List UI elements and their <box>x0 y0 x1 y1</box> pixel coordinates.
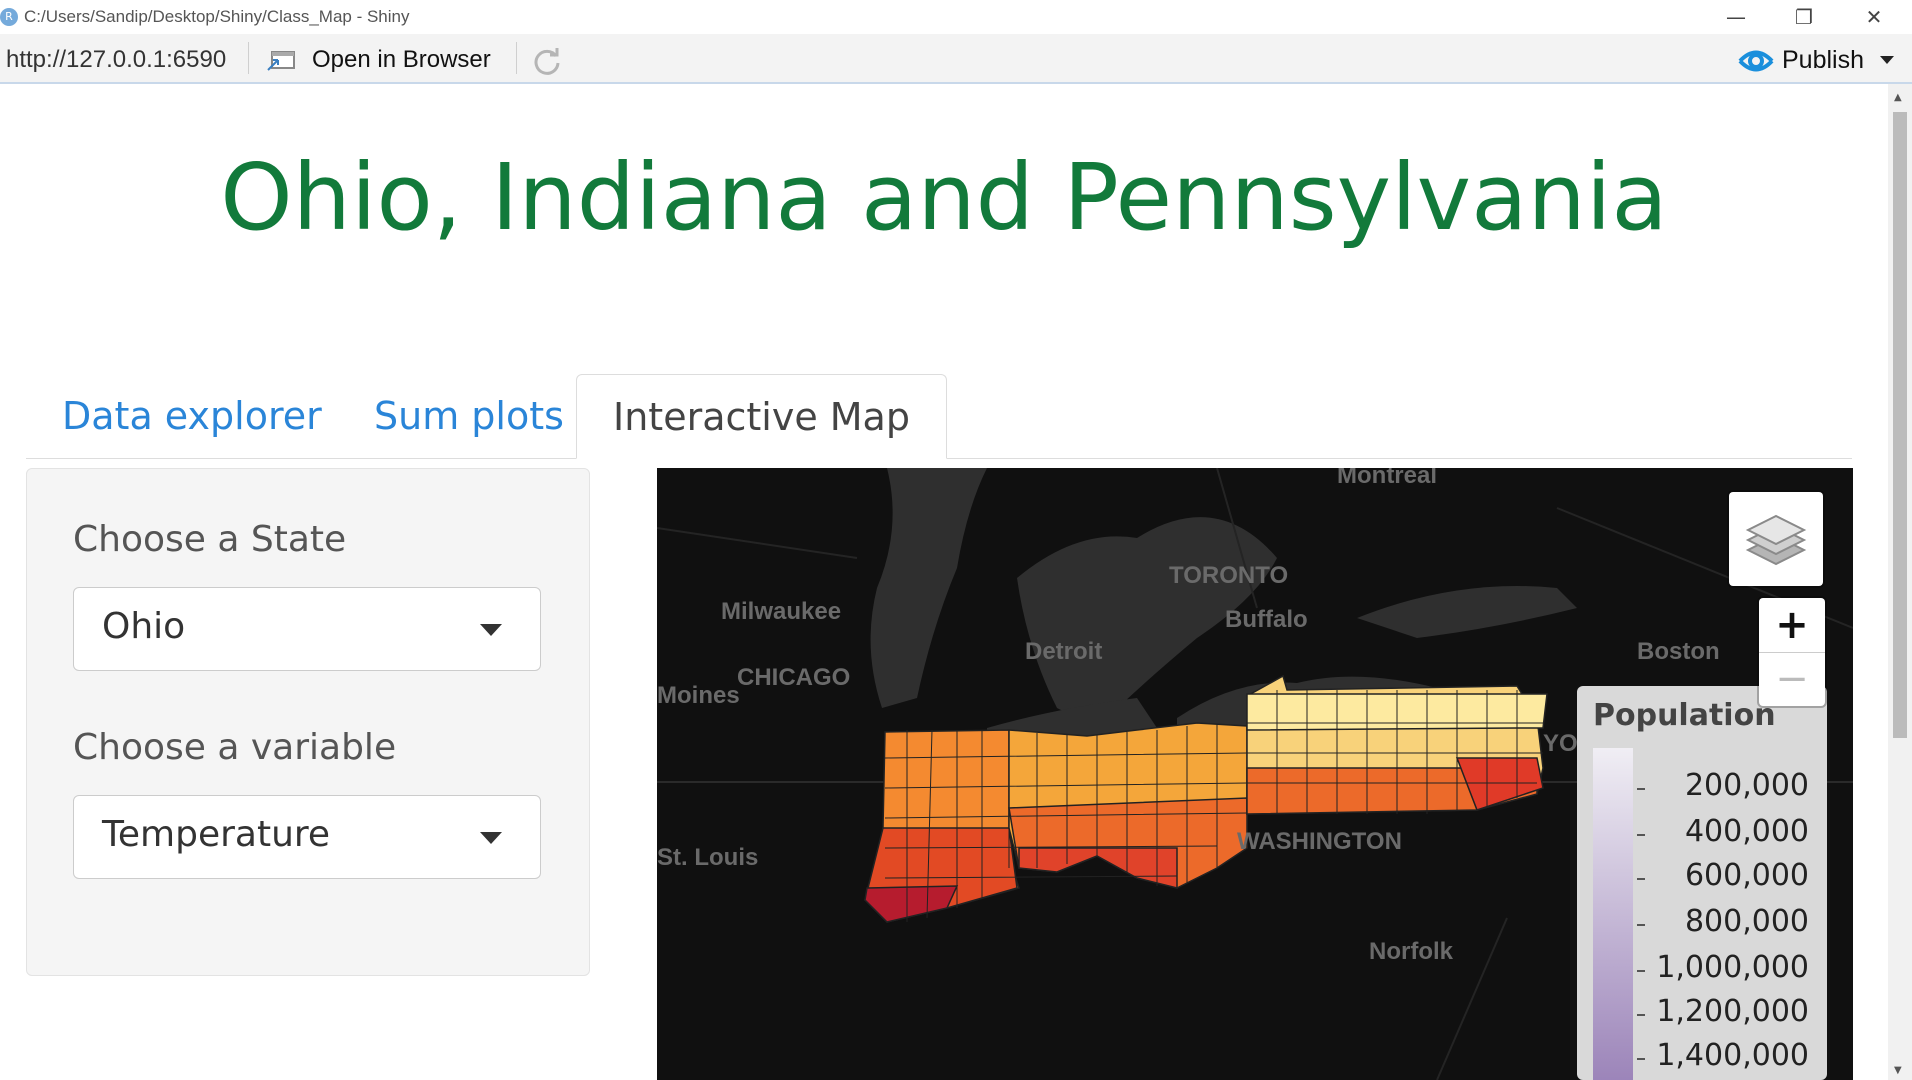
rstudio-app-icon: R <box>0 8 18 26</box>
viewer-toolbar: http://127.0.0.1:6590 Open in Browser Pu… <box>0 34 1912 84</box>
state-select-value: Ohio <box>102 606 186 647</box>
chevron-down-icon <box>480 832 502 844</box>
layers-control[interactable] <box>1729 492 1823 586</box>
reload-icon[interactable] <box>532 46 562 76</box>
legend-value: 200,000 <box>1684 768 1809 803</box>
page-title: Ohio, Indiana and Pennsylvania <box>220 144 1668 251</box>
zoom-control: + − <box>1759 598 1825 706</box>
legend-value: 1,200,000 <box>1656 994 1809 1029</box>
ohio-counties <box>1008 722 1248 889</box>
map-city-label: Boston <box>1637 638 1720 665</box>
map-city-label: Montreal <box>1337 468 1438 489</box>
map-city-label: TORONTO <box>1169 562 1289 589</box>
legend-tick <box>1637 878 1645 880</box>
state-select[interactable]: Ohio <box>73 587 541 671</box>
legend-value: 400,000 <box>1684 814 1809 849</box>
map-city-label: Norfolk <box>1369 938 1453 965</box>
legend-tick <box>1637 1058 1645 1060</box>
legend-value: 800,000 <box>1684 904 1809 939</box>
legend-tick <box>1637 924 1645 926</box>
toolbar-divider <box>516 42 517 74</box>
scrollbar-thumb[interactable] <box>1893 112 1907 738</box>
map-city-label: St. Louis <box>657 844 759 871</box>
open-in-browser-icon[interactable] <box>266 50 296 72</box>
scroll-down-arrow-icon[interactable]: ▼ <box>1894 1065 1902 1076</box>
legend-tick <box>1637 1014 1645 1016</box>
variable-select-value: Temperature <box>102 814 331 855</box>
map-city-label: WASHINGTON <box>1237 828 1402 855</box>
map-city-label: Moines <box>657 682 740 709</box>
chevron-down-icon <box>480 624 502 636</box>
restore-button[interactable]: ❐ <box>1774 2 1834 32</box>
close-button[interactable]: ✕ <box>1844 2 1904 32</box>
publish-button[interactable]: Publish <box>1782 46 1864 75</box>
legend-tick <box>1637 834 1645 836</box>
shiny-app: Ohio, Indiana and Pennsylvania Data expl… <box>0 84 1888 1080</box>
population-legend: Population 200,000 400,000 600,000 800,0… <box>1577 686 1827 1080</box>
window-titlebar: R C:/Users/Sandip/Desktop/Shiny/Class_Ma… <box>0 0 1912 34</box>
zoom-in-button[interactable]: + <box>1759 598 1825 653</box>
scroll-up-arrow-icon[interactable]: ▲ <box>1894 92 1902 103</box>
tab-sum-plots[interactable]: Sum plots <box>338 374 600 458</box>
publish-icon[interactable] <box>1738 48 1774 74</box>
tab-bar: Data explorer Sum plots Interactive Map <box>26 374 1852 459</box>
zoom-out-button[interactable]: − <box>1759 652 1825 706</box>
url-display[interactable]: http://127.0.0.1:6590 <box>6 46 226 74</box>
map-city-label: Buffalo <box>1225 606 1308 633</box>
variable-select[interactable]: Temperature <box>73 795 541 879</box>
legend-tick <box>1637 788 1645 790</box>
legend-color-ramp <box>1593 748 1633 1080</box>
legend-title: Population <box>1593 698 1776 733</box>
layers-icon <box>1745 514 1807 566</box>
leaflet-map[interactable]: Montreal TORONTO Milwaukee Buffalo Detro… <box>657 468 1853 1080</box>
minimize-button[interactable]: — <box>1706 2 1766 32</box>
page-scrollbar[interactable]: ▲ ▼ <box>1888 84 1912 1080</box>
sidebar-panel: Choose a State Ohio Choose a variable Te… <box>26 468 590 976</box>
map-city-label: Milwaukee <box>721 598 842 625</box>
toolbar-divider <box>248 42 249 74</box>
legend-value: 1,400,000 <box>1656 1038 1809 1073</box>
variable-select-label: Choose a variable <box>73 727 397 768</box>
legend-value: 1,000,000 <box>1656 950 1809 985</box>
map-city-label: Detroit <box>1025 638 1103 665</box>
map-city-label: CHICAGO <box>737 664 851 691</box>
tab-data-explorer[interactable]: Data explorer <box>26 374 358 458</box>
legend-value: 600,000 <box>1684 858 1809 893</box>
state-select-label: Choose a State <box>73 519 347 560</box>
window-title: C:/Users/Sandip/Desktop/Shiny/Class_Map … <box>24 7 410 26</box>
indiana-counties <box>864 729 1020 923</box>
tab-interactive-map[interactable]: Interactive Map <box>576 374 947 459</box>
open-in-browser-button[interactable]: Open in Browser <box>312 46 491 74</box>
legend-tick <box>1637 970 1645 972</box>
publish-dropdown-arrow-icon[interactable] <box>1880 56 1894 64</box>
